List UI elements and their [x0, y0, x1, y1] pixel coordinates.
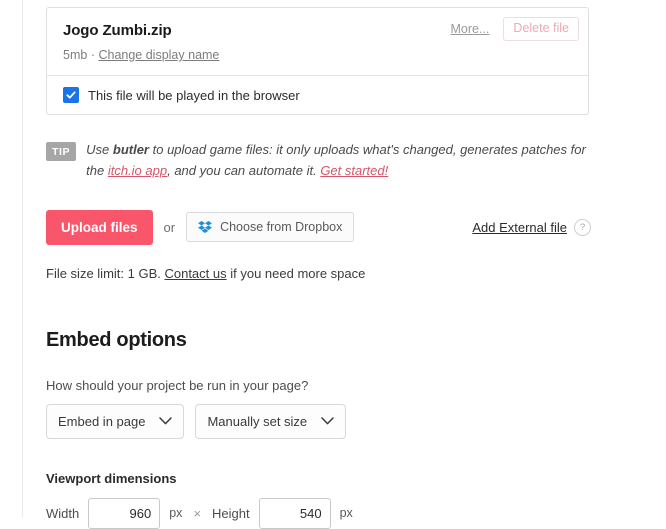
upload-settings-page: More... Delete file Jogo Zumbi.zip 5mb ·…: [46, 0, 646, 529]
page-gutter-rule: [22, 0, 23, 517]
limit-text-part2: if you need more space: [226, 265, 366, 281]
play-in-browser-label: This file will be played in the browser: [88, 87, 300, 103]
height-label: Height: [212, 505, 250, 521]
dropbox-icon: [198, 220, 213, 233]
tip-text-part3: , and you can automate it.: [167, 162, 321, 178]
dimension-separator: ×: [193, 505, 202, 521]
run-mode-select[interactable]: Embed in page: [46, 403, 185, 439]
embed-options-heading: Embed options: [46, 328, 187, 351]
file-actions: More... Delete file: [451, 17, 579, 41]
file-card: More... Delete file Jogo Zumbi.zip 5mb ·…: [46, 7, 589, 115]
size-mode-select[interactable]: Manually set size: [195, 403, 347, 439]
external-file-group: Add External file ?: [472, 218, 591, 236]
file-size-limit-text: File size limit: 1 GB. Contact us if you…: [46, 266, 646, 281]
play-in-browser-checkbox[interactable]: [63, 87, 79, 103]
limit-text-part1: File size limit: 1 GB.: [46, 265, 165, 281]
change-display-name-link[interactable]: Change display name: [98, 48, 219, 62]
tip-row: TIP Use butler to upload game files: it …: [46, 140, 591, 182]
itch-io-app-link[interactable]: itch.io app: [108, 163, 167, 178]
file-size: 5mb: [63, 48, 88, 62]
embed-select-row: Embed in page Manually set size: [46, 403, 646, 439]
width-unit: px: [169, 506, 183, 521]
delete-file-button[interactable]: Delete file: [503, 17, 579, 41]
chevron-down-icon: [321, 417, 334, 425]
file-card-footer: This file will be played in the browser: [47, 75, 588, 114]
tip-bold-word: butler: [112, 142, 149, 157]
tip-badge: TIP: [46, 142, 77, 161]
width-input[interactable]: [88, 497, 161, 529]
file-card-body: More... Delete file Jogo Zumbi.zip 5mb ·…: [47, 8, 588, 75]
viewport-dimensions-row: Width px × Height px: [46, 497, 646, 529]
tip-text-part1: Use: [86, 142, 113, 157]
dropbox-button-label: Choose from Dropbox: [220, 220, 343, 235]
more-link[interactable]: More...: [451, 22, 490, 36]
tip-text: Use butler to upload game files: it only…: [86, 140, 591, 182]
run-mode-question: How should your project be run in your p…: [46, 377, 309, 393]
choose-from-dropbox-button[interactable]: Choose from Dropbox: [186, 212, 355, 243]
contact-us-link[interactable]: Contact us: [164, 266, 226, 281]
viewport-dimensions-heading: Viewport dimensions: [46, 470, 177, 486]
height-input[interactable]: [258, 497, 331, 529]
file-meta: 5mb · Change display name: [63, 48, 572, 62]
checkmark-icon: [66, 91, 76, 99]
add-external-file-link[interactable]: Add External file: [472, 220, 567, 235]
or-label: or: [163, 219, 176, 235]
meta-separator: ·: [90, 48, 95, 62]
size-mode-value: Manually set size: [207, 413, 308, 429]
height-unit: px: [339, 506, 353, 521]
chevron-down-icon: [159, 417, 173, 425]
run-mode-value: Embed in page: [58, 413, 146, 429]
upload-row: Upload files or Choose from Dropbox Add …: [46, 209, 591, 245]
upload-files-button[interactable]: Upload files: [46, 209, 153, 245]
get-started-link[interactable]: Get started!: [320, 163, 388, 178]
help-icon[interactable]: ?: [574, 218, 591, 236]
width-label: Width: [46, 505, 80, 521]
